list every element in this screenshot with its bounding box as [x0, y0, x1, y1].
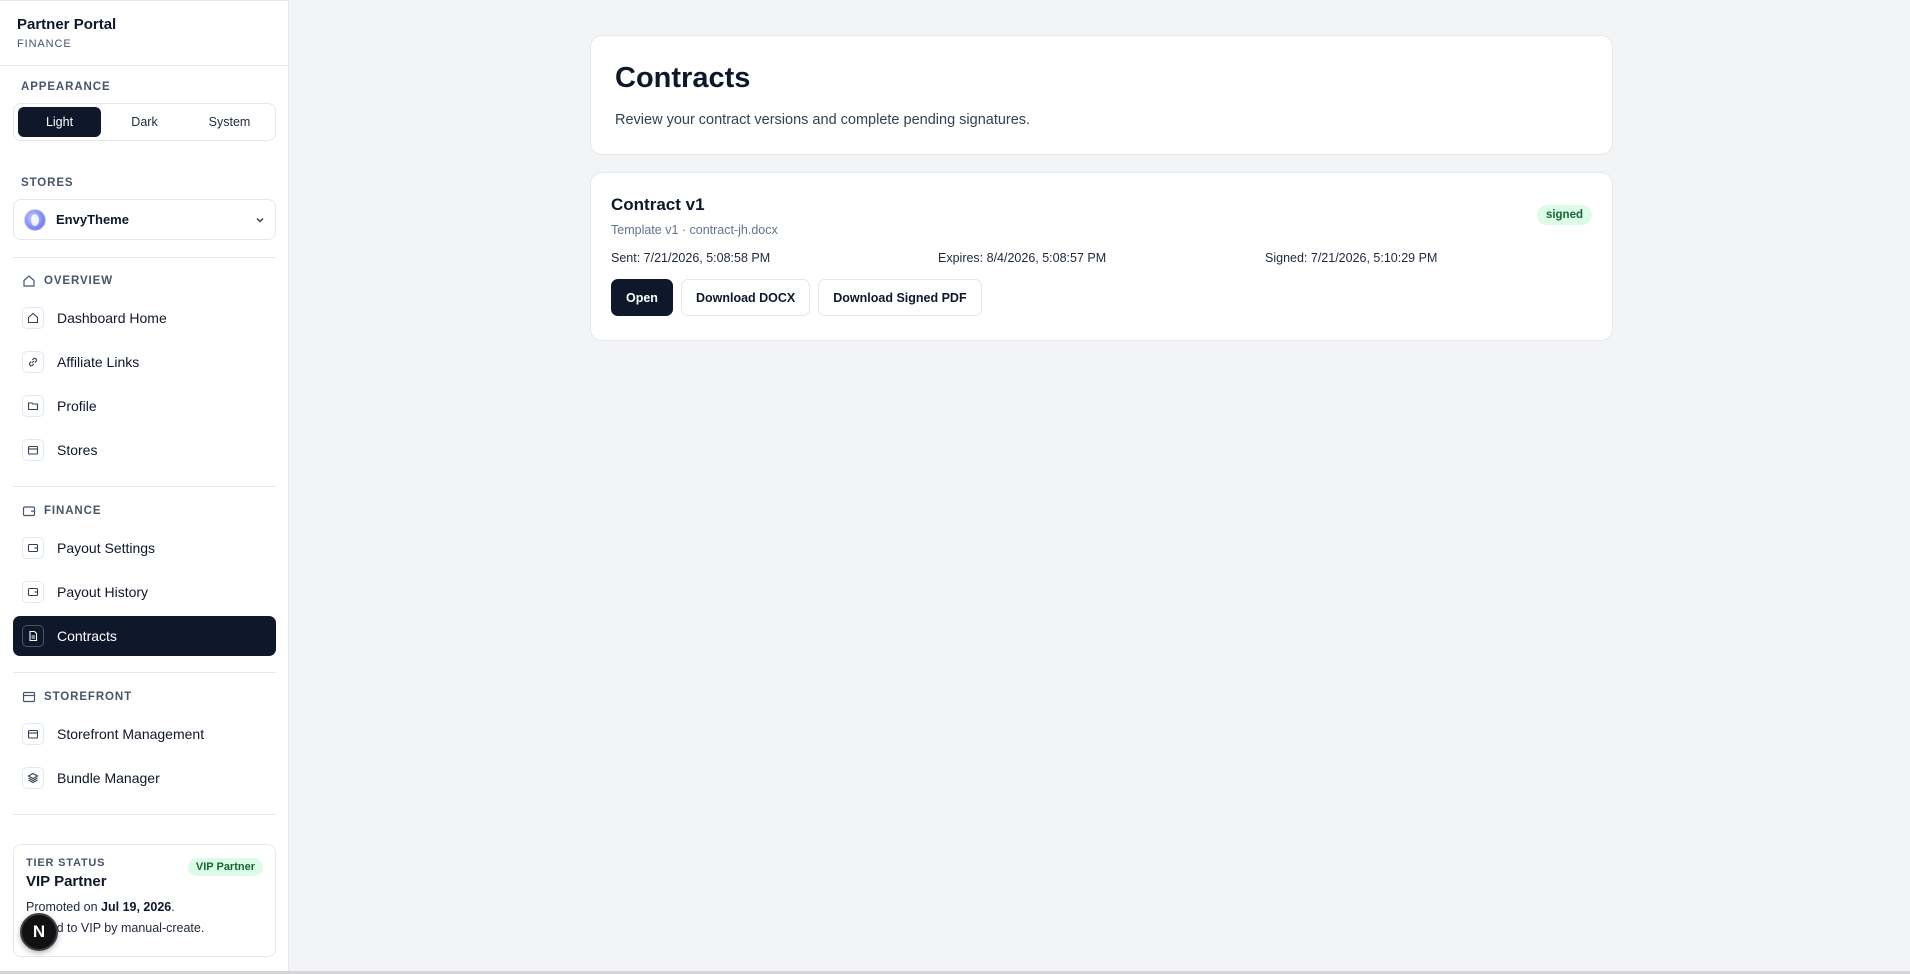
- next-dev-badge[interactable]: N: [20, 913, 58, 951]
- wallet-icon: [22, 506, 36, 517]
- sidebar-item-bundle-manager[interactable]: Bundle Manager: [13, 758, 276, 798]
- sidebar-item-label: Payout Settings: [57, 540, 156, 556]
- sidebar-item-label: Bundle Manager: [57, 770, 160, 786]
- sidebar-item-contracts[interactable]: Contracts: [13, 616, 276, 656]
- store-icon: [22, 439, 44, 461]
- wallet-icon: [22, 581, 44, 603]
- sidebar-item-affiliate-links[interactable]: Affiliate Links: [13, 342, 276, 382]
- sidebar-item-profile[interactable]: Profile: [13, 386, 276, 426]
- storefront-group-label: STOREFRONT: [22, 690, 132, 704]
- overview-group-label: OVERVIEW: [22, 274, 113, 288]
- appearance-system-button[interactable]: System: [188, 107, 271, 137]
- sidebar-item-label: Dashboard Home: [57, 310, 167, 326]
- contract-dates: Sent: 7/21/2026, 5:08:58 PM Expires: 8/4…: [611, 251, 1592, 265]
- page-title: Contracts: [615, 62, 751, 94]
- tier-badge: VIP Partner: [187, 858, 263, 876]
- main-content: Contracts Review your contract versions …: [290, 0, 1910, 971]
- sidebar-item-label: Payout History: [57, 584, 149, 600]
- tier-note: Moved to VIP by manual-create.: [26, 921, 205, 935]
- sidebar-item-storefront-management[interactable]: Storefront Management: [13, 714, 276, 754]
- appearance-light-button[interactable]: Light: [18, 107, 101, 137]
- stores-section: STORES EnvyTheme: [13, 177, 276, 240]
- tier-promoted-date: Jul 19, 2026: [101, 900, 172, 914]
- store-avatar: [24, 208, 46, 231]
- home-icon: [23, 275, 35, 287]
- contract-signed: Signed: 7/21/2026, 5:10:29 PM: [1265, 251, 1438, 265]
- divider: [13, 257, 276, 258]
- sidebar-item-payout-history[interactable]: Payout History: [13, 572, 276, 612]
- brand: Partner Portal FINANCE: [0, 1, 288, 66]
- finance-group-label: FINANCE: [22, 504, 101, 518]
- contract-sent: Sent: 7/21/2026, 5:08:58 PM: [611, 251, 771, 265]
- contract-template: Template v1 · contract-jh.docx: [611, 223, 778, 237]
- appearance-section: APPEARANCE Light Dark System: [13, 81, 276, 141]
- download-docx-button[interactable]: Download DOCX: [680, 279, 811, 316]
- store-name: EnvyTheme: [56, 212, 129, 227]
- chevron-down-icon: [256, 217, 264, 223]
- appearance-dark-button[interactable]: Dark: [103, 107, 186, 137]
- sidebar-item-label: Profile: [57, 398, 97, 414]
- divider: [13, 672, 276, 673]
- store-icon: [22, 723, 44, 745]
- brand-title: Partner Portal: [17, 16, 117, 33]
- contract-title: Contract v1: [611, 195, 705, 214]
- page-subtitle: Review your contract versions and comple…: [615, 112, 1031, 128]
- file-text-icon: [22, 625, 44, 647]
- page-header-card: Contracts Review your contract versions …: [590, 35, 1613, 155]
- sidebar-item-label: Contracts: [57, 628, 117, 644]
- contract-actions: Open Download DOCX Download Signed PDF: [611, 279, 1592, 316]
- layers-icon: [22, 767, 44, 789]
- appearance-toggle: Light Dark System: [13, 103, 276, 141]
- contract-card: Contract v1 Template v1 · contract-jh.do…: [590, 172, 1613, 341]
- download-signed-pdf-button[interactable]: Download Signed PDF: [818, 279, 982, 316]
- tier-promoted-line: Promoted on Jul 19, 2026.: [26, 900, 175, 914]
- folder-icon: [22, 395, 44, 417]
- status-badge: signed: [1536, 205, 1592, 225]
- appearance-label: APPEARANCE: [21, 81, 111, 93]
- sidebar: Partner Portal FINANCE APPEARANCE Light …: [0, 0, 289, 971]
- store-icon: [22, 691, 36, 703]
- wallet-icon: [22, 537, 44, 559]
- home-icon: [22, 307, 44, 329]
- brand-subtitle: FINANCE: [17, 38, 72, 50]
- divider: [13, 486, 276, 487]
- sidebar-item-label: Storefront Management: [57, 726, 205, 742]
- contract-expires: Expires: 8/4/2026, 5:08:57 PM: [938, 251, 1107, 265]
- divider: [13, 814, 276, 815]
- open-button[interactable]: Open: [611, 279, 673, 316]
- link-icon: [22, 351, 44, 373]
- sidebar-item-stores[interactable]: Stores: [13, 430, 276, 470]
- store-select[interactable]: EnvyTheme: [13, 199, 276, 240]
- sidebar-item-label: Affiliate Links: [57, 354, 140, 370]
- sidebar-item-payout-settings[interactable]: Payout Settings: [13, 528, 276, 568]
- stores-label: STORES: [21, 177, 74, 189]
- sidebar-item-label: Stores: [57, 442, 98, 458]
- sidebar-item-dashboard-home[interactable]: Dashboard Home: [13, 298, 276, 338]
